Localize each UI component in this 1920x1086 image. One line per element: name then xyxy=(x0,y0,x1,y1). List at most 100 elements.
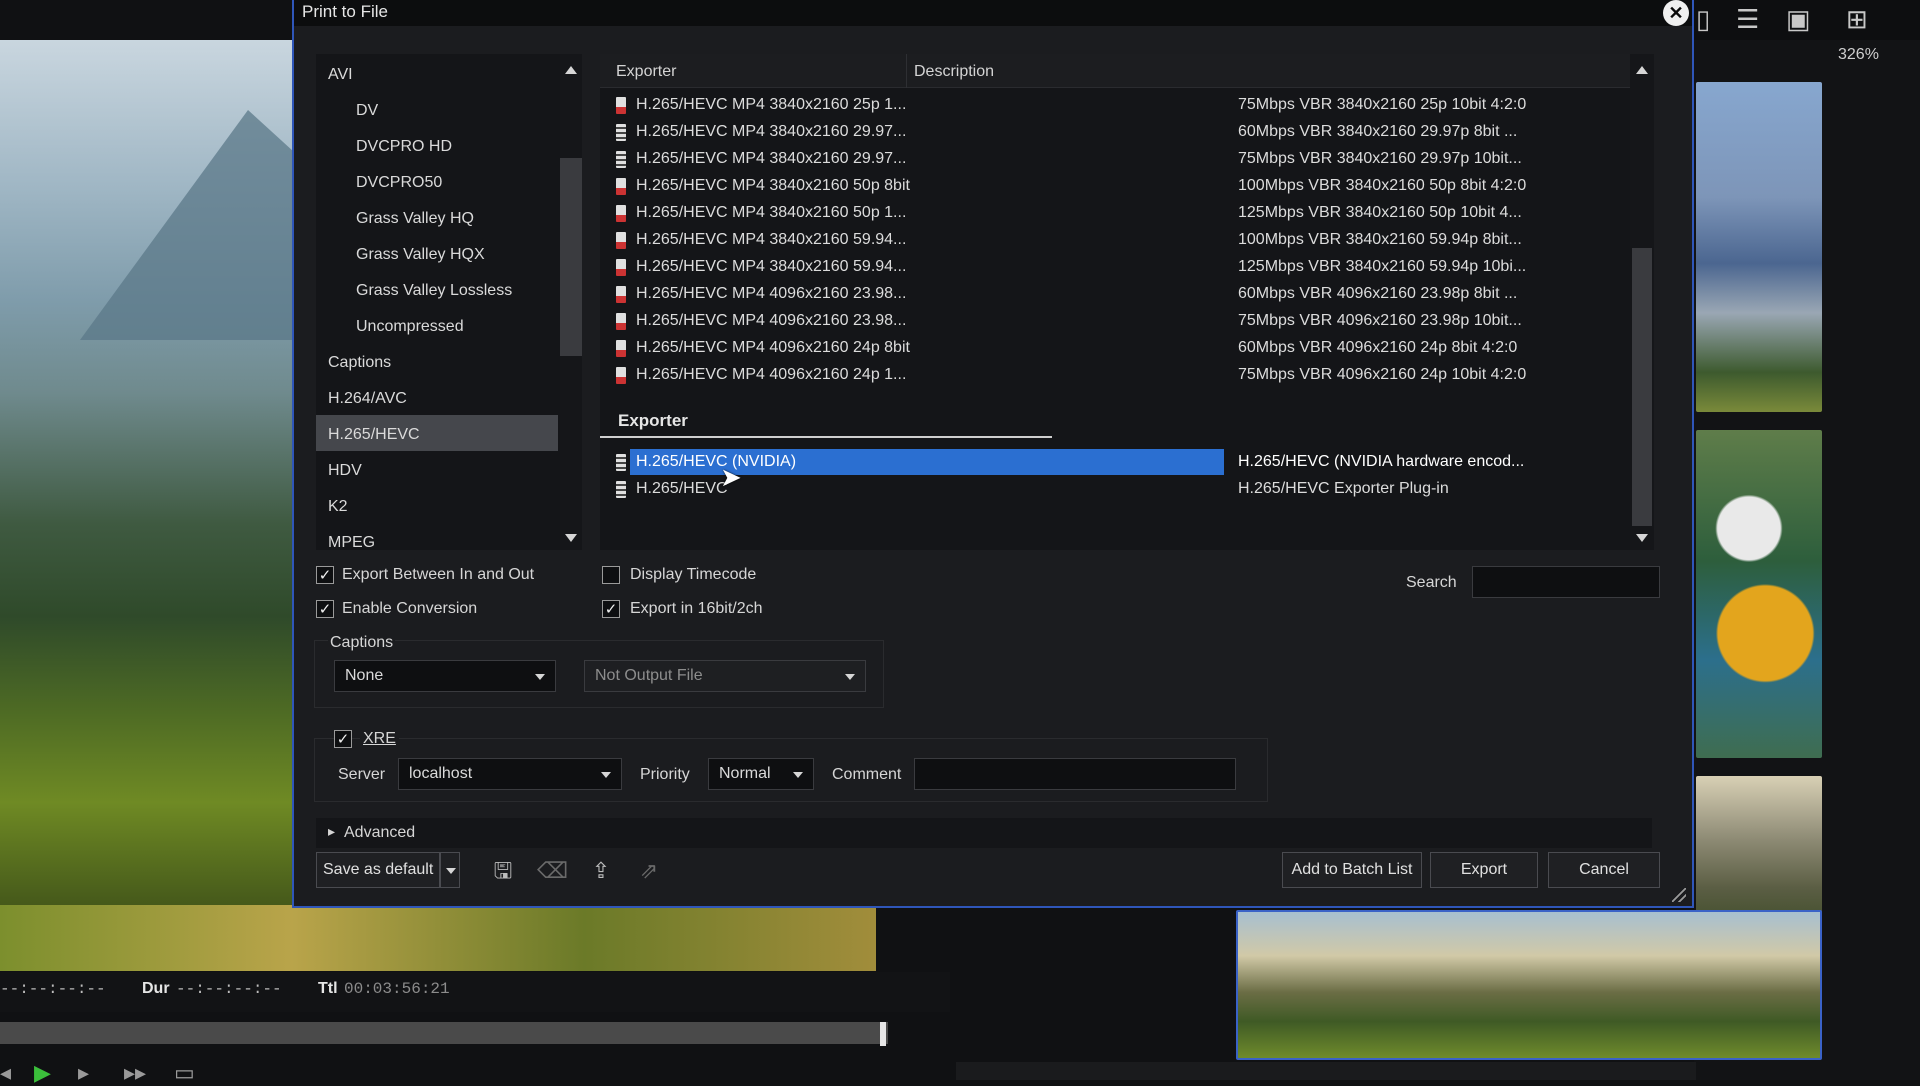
display-timecode-checkbox[interactable] xyxy=(602,566,620,584)
film-icon xyxy=(616,481,626,498)
preset-icon xyxy=(616,97,626,114)
thumbnail-landscape[interactable] xyxy=(1236,910,1822,1060)
category-item[interactable]: K2 xyxy=(328,498,348,516)
captions-output-value: Not Output File xyxy=(595,667,703,684)
xre-label: XRE xyxy=(360,730,399,748)
dur-timecode: --:--:--:-- xyxy=(176,980,282,998)
chevron-down-icon xyxy=(845,674,855,680)
preset-icon xyxy=(616,259,626,276)
exporter-name: H.265/HEVC MP4 3840x2160 25p 1... xyxy=(636,96,907,113)
import-icon[interactable]: ⇪ xyxy=(586,856,616,886)
exporter-name: H.265/HEVC MP4 3840x2160 29.97... xyxy=(636,150,907,167)
category-item[interactable]: DVCPRO50 xyxy=(356,174,442,192)
category-scroll-up-icon[interactable] xyxy=(565,66,577,74)
resize-grip-icon[interactable] xyxy=(1672,888,1686,902)
captions-group-label: Captions xyxy=(328,634,396,652)
exporter-name: H.265/HEVC MP4 3840x2160 29.97... xyxy=(636,123,907,140)
xre-checkbox[interactable]: ✓ xyxy=(334,730,352,748)
exporter-description: 125Mbps VBR 3840x2160 59.94p 10bi... xyxy=(1238,258,1527,275)
preset-icon xyxy=(616,367,626,384)
captions-type-select[interactable]: None xyxy=(334,660,556,692)
exporter-scroll-up-icon[interactable] xyxy=(1636,66,1648,74)
play-icon[interactable]: ▶ xyxy=(34,1060,51,1086)
advanced-label: Advanced xyxy=(344,824,416,841)
exporter-description: 100Mbps VBR 3840x2160 50p 8bit 4:2:0 xyxy=(1238,177,1527,194)
category-item[interactable]: H.264/AVC xyxy=(328,390,407,408)
server-select[interactable]: localhost xyxy=(398,758,622,790)
export-between-checkbox[interactable]: ✓ xyxy=(316,566,334,584)
zoom-level: 326% xyxy=(1838,46,1879,63)
exporter-description: 60Mbps VBR 4096x2160 24p 8bit 4:2:0 xyxy=(1238,339,1518,356)
print-to-file-dialog: Print to File ✕ AVI DV DVCPRO HD DVCPRO50 Gr… xyxy=(292,0,1694,908)
exporter-name: H.265/HEVC (NVIDIA) xyxy=(636,453,797,470)
col-description-header[interactable]: Description xyxy=(914,63,994,81)
export-preset-icon: ⇗ xyxy=(639,858,659,883)
priority-select[interactable]: Normal xyxy=(708,758,814,790)
step-forward-icon[interactable]: ▸ xyxy=(78,1060,89,1086)
preset-icon xyxy=(616,232,626,249)
scrub-handle[interactable] xyxy=(880,1022,886,1046)
category-item[interactable]: MPEG xyxy=(328,534,375,552)
category-item[interactable]: Captions xyxy=(328,354,391,372)
exporter-name: H.265/HEVC MP4 3840x2160 50p 8bit xyxy=(636,177,910,194)
category-item[interactable]: AVI xyxy=(328,66,353,84)
priority-value: Normal xyxy=(719,765,771,782)
category-scroll-down-icon[interactable] xyxy=(565,534,577,542)
add-to-batch-list-button[interactable]: Add to Batch List xyxy=(1282,852,1422,888)
close-button[interactable]: ✕ xyxy=(1663,0,1689,26)
dialog-title: Print to File xyxy=(302,2,388,21)
exporter-description: 75Mbps VBR 3840x2160 29.97p 10bit... xyxy=(1238,150,1522,167)
comment-input[interactable] xyxy=(914,758,1236,790)
category-item[interactable]: DV xyxy=(356,102,378,120)
export-16bit-checkbox[interactable]: ✓ xyxy=(602,600,620,618)
dur-label: Dur xyxy=(142,980,170,997)
search-label: Search xyxy=(1406,574,1457,591)
exporter-name: H.265/HEVC MP4 4096x2160 24p 1... xyxy=(636,366,907,383)
enable-conversion-label: Enable Conversion xyxy=(342,600,478,617)
scrub-bar[interactable] xyxy=(0,1022,888,1044)
category-item[interactable]: Grass Valley HQX xyxy=(356,246,485,264)
film-icon xyxy=(616,124,626,141)
category-item[interactable]: DVCPRO HD xyxy=(356,138,452,156)
server-label: Server xyxy=(338,766,386,783)
chevron-down-icon xyxy=(446,868,456,874)
preview-foreground xyxy=(0,905,876,971)
col-exporter-header[interactable]: Exporter xyxy=(616,63,676,81)
cancel-button[interactable]: Cancel xyxy=(1548,852,1660,888)
category-item[interactable]: Grass Valley Lossless xyxy=(356,282,512,300)
category-item[interactable]: Grass Valley HQ xyxy=(356,210,474,228)
delete-icon: ⌫ xyxy=(537,858,569,883)
film-icon xyxy=(616,454,626,471)
save-as-default-button[interactable]: Save as default xyxy=(316,852,440,888)
exporter-name: H.265/HEVC MP4 4096x2160 23.98... xyxy=(636,285,907,302)
list-view-icon[interactable]: ☰ xyxy=(1736,4,1759,35)
tools-icon[interactable]: ⊞ xyxy=(1846,4,1868,35)
thumbnail-parrot[interactable] xyxy=(1696,430,1822,758)
thumbnail-city[interactable] xyxy=(1696,82,1822,412)
fast-forward-icon[interactable]: ▸▸ xyxy=(124,1060,146,1086)
enable-conversion-checkbox[interactable]: ✓ xyxy=(316,600,334,618)
in-out-timecode: --:--:--:-- xyxy=(0,980,106,998)
mouse-cursor-icon: ➤ xyxy=(720,462,742,492)
category-item[interactable]: HDV xyxy=(328,462,362,480)
ttl-label: Ttl xyxy=(318,980,338,997)
search-input[interactable] xyxy=(1472,566,1660,598)
chevron-down-icon xyxy=(793,772,803,778)
exporter-scroll-down-icon[interactable] xyxy=(1636,534,1648,542)
stop-icon[interactable]: ▭ xyxy=(174,1060,195,1086)
exporter-scroll-thumb[interactable] xyxy=(1632,248,1652,526)
category-scroll-thumb[interactable] xyxy=(560,158,582,356)
calendar-icon[interactable]: ▯ xyxy=(1696,4,1710,35)
save-icon[interactable]: 🖫 xyxy=(488,856,518,886)
view-mode-icon[interactable]: ▣ xyxy=(1786,4,1811,35)
rewind-icon[interactable]: ◂ xyxy=(0,1060,11,1086)
category-item[interactable]: H.265/HEVC xyxy=(328,426,420,444)
exporter-group-title: Exporter xyxy=(618,411,688,430)
export-button[interactable]: Export xyxy=(1430,852,1538,888)
save-default-dropdown[interactable] xyxy=(440,852,460,888)
category-item[interactable]: Uncompressed xyxy=(356,318,464,336)
preset-icon xyxy=(616,286,626,303)
advanced-expander[interactable]: ▸ Advanced xyxy=(316,818,1652,848)
exporter-description: H.265/HEVC (NVIDIA hardware encod... xyxy=(1238,453,1525,470)
exporter-description: 125Mbps VBR 3840x2160 50p 10bit 4... xyxy=(1238,204,1522,221)
